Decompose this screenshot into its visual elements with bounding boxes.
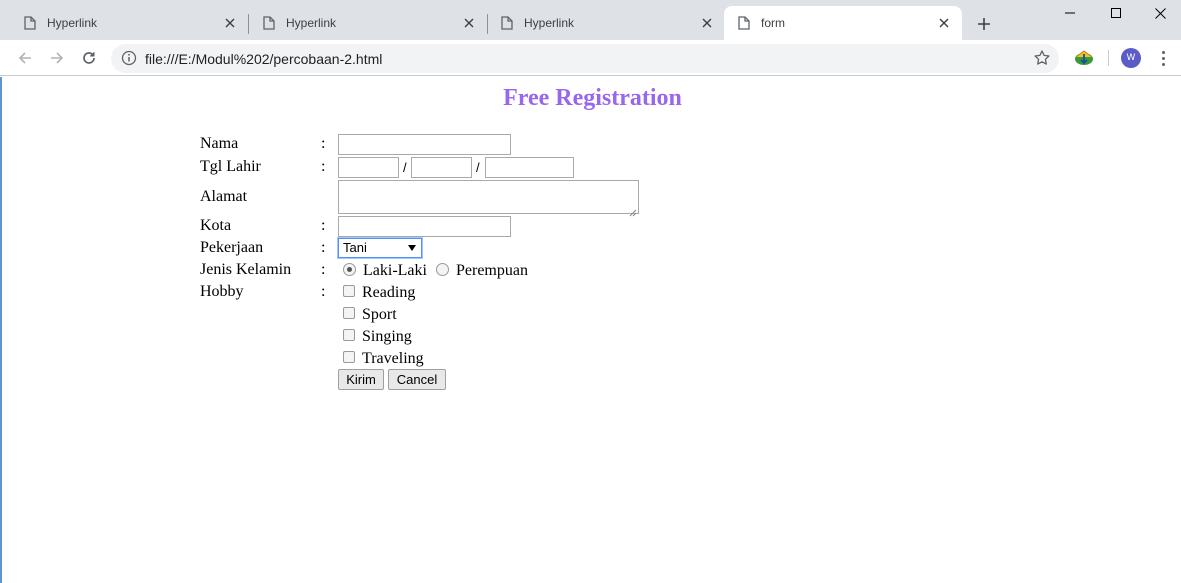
page-viewport: Free Registration Nama : Tgl Lahir : / /… xyxy=(0,77,1181,583)
alamat-label: Alamat xyxy=(200,188,248,205)
pekerjaan-select[interactable]: Tani xyxy=(338,238,422,258)
singing-label: Singing xyxy=(362,328,412,345)
close-tab-icon[interactable] xyxy=(699,15,715,31)
sport-checkbox[interactable] xyxy=(343,307,355,319)
tab-label: Hyperlink xyxy=(524,16,575,30)
tab-label: Hyperlink xyxy=(286,16,337,30)
hobby-label: Hobby xyxy=(200,283,244,300)
close-tab-icon[interactable] xyxy=(222,15,238,31)
colon: : xyxy=(321,261,326,278)
tab-form[interactable]: form xyxy=(724,6,962,40)
dropdown-arrow-icon xyxy=(408,245,416,251)
info-icon[interactable] xyxy=(121,50,137,66)
laki-laki-radio[interactable] xyxy=(343,263,356,276)
page-title: Free Registration xyxy=(503,85,682,111)
colon: : xyxy=(321,283,326,300)
tab-label: form xyxy=(761,16,785,30)
perempuan-label: Perempuan xyxy=(456,262,528,279)
pekerjaan-label: Pekerjaan xyxy=(200,239,264,256)
forward-button[interactable] xyxy=(45,46,69,70)
colon: : xyxy=(321,239,326,256)
bookmark-star-icon[interactable] xyxy=(1033,49,1051,67)
kirim-button[interactable]: Kirim xyxy=(338,369,384,390)
download-manager-extension-icon[interactable] xyxy=(1073,48,1095,68)
colon: : xyxy=(321,135,326,152)
jenis-kelamin-label: Jenis Kelamin xyxy=(200,261,292,278)
nama-label: Nama xyxy=(200,135,239,152)
traveling-label: Traveling xyxy=(362,350,424,367)
document-icon xyxy=(738,16,750,30)
nama-input[interactable] xyxy=(338,134,511,155)
url-text[interactable]: file:///E:/Modul%202/percobaan-2.html xyxy=(145,51,382,67)
tab-label: Hyperlink xyxy=(47,16,98,30)
browser-toolbar: file:///E:/Modul%202/percobaan-2.html xyxy=(0,40,1181,76)
minimize-button[interactable] xyxy=(1047,0,1093,26)
toolbar-divider xyxy=(1108,50,1109,66)
tab-hyperlink-2[interactable]: Hyperlink xyxy=(239,6,487,40)
reading-checkbox[interactable] xyxy=(343,285,355,297)
tab-hyperlink-3[interactable]: Hyperlink xyxy=(477,6,725,40)
colon: : xyxy=(321,158,326,175)
new-tab-button[interactable] xyxy=(972,12,996,36)
date-separator: / xyxy=(403,160,407,175)
close-tab-icon[interactable] xyxy=(936,15,952,31)
maximize-button[interactable] xyxy=(1093,0,1139,26)
year-input[interactable] xyxy=(485,157,574,178)
browser-menu-icon[interactable] xyxy=(1155,48,1171,68)
document-icon xyxy=(501,16,513,30)
close-window-button[interactable] xyxy=(1137,0,1181,26)
laki-laki-label: Laki-Laki xyxy=(363,262,427,279)
sport-label: Sport xyxy=(362,306,397,323)
reload-button[interactable] xyxy=(77,46,101,70)
back-button[interactable] xyxy=(13,46,37,70)
profile-avatar[interactable]: W xyxy=(1121,48,1141,68)
resize-grip-icon[interactable] xyxy=(629,204,637,217)
perempuan-radio[interactable] xyxy=(436,263,449,276)
tgl-lahir-label: Tgl Lahir xyxy=(200,158,261,175)
alamat-textarea[interactable] xyxy=(338,180,639,217)
address-bar[interactable]: file:///E:/Modul%202/percobaan-2.html xyxy=(111,44,1059,73)
traveling-checkbox[interactable] xyxy=(343,351,355,363)
kota-input[interactable] xyxy=(338,216,511,237)
close-tab-icon[interactable] xyxy=(461,15,477,31)
colon: : xyxy=(321,217,326,234)
date-separator: / xyxy=(476,160,480,175)
singing-checkbox[interactable] xyxy=(343,329,355,341)
cancel-button[interactable]: Cancel xyxy=(388,369,446,390)
tab-strip: Hyperlink Hyperlink Hyperlink form xyxy=(0,0,1181,40)
day-input[interactable] xyxy=(338,157,399,178)
reading-label: Reading xyxy=(362,284,416,301)
tab-hyperlink-1[interactable]: Hyperlink xyxy=(0,6,248,40)
select-value: Tani xyxy=(343,240,367,255)
month-input[interactable] xyxy=(411,157,472,178)
document-icon xyxy=(263,16,275,30)
document-icon xyxy=(24,16,36,30)
kota-label: Kota xyxy=(200,217,232,234)
